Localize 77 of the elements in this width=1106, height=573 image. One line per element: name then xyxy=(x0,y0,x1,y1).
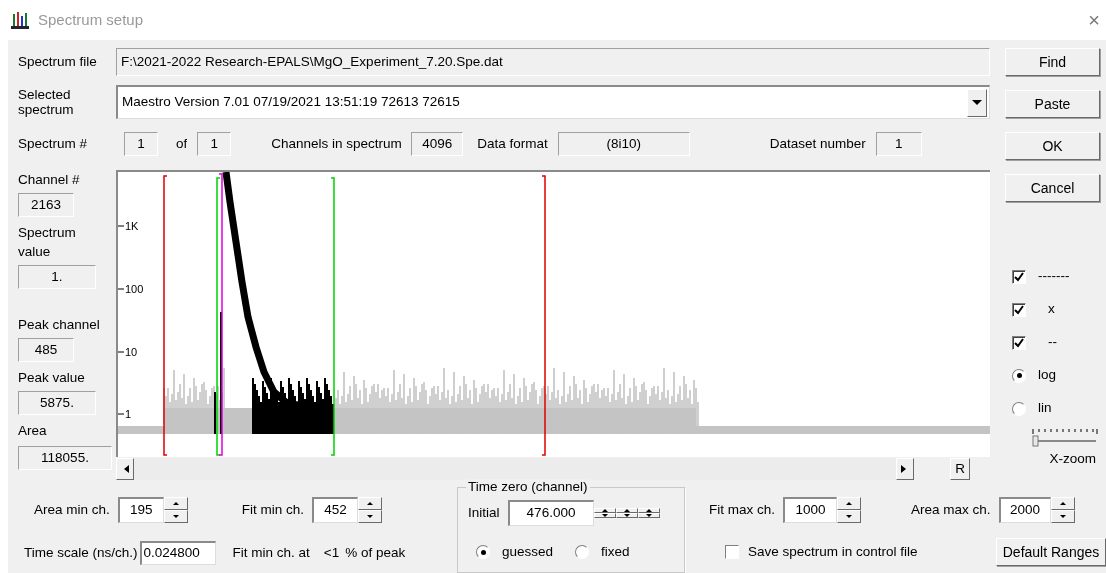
close-button[interactable]: × xyxy=(1088,10,1100,30)
field-label: Channels in spectrum xyxy=(271,134,403,153)
slider-thumb[interactable] xyxy=(1032,435,1039,447)
dialog-button[interactable]: Cancel xyxy=(1005,174,1100,202)
value-field: 4096 xyxy=(411,132,464,156)
value-field: 485 xyxy=(18,338,74,362)
field-label: Peak value xyxy=(18,369,86,387)
time-scale-field[interactable]: 0.024800 xyxy=(139,541,216,565)
checkbox[interactable] xyxy=(1012,302,1026,317)
group-title: Time zero (channel) xyxy=(466,479,590,495)
number-field[interactable]: 2000 xyxy=(998,497,1051,523)
spin-down-button[interactable] xyxy=(637,513,660,518)
value-field: 5875. xyxy=(18,391,96,415)
radio-button[interactable] xyxy=(575,545,590,560)
radio-label: guessed xyxy=(502,543,554,561)
field-label: Peak channel xyxy=(18,316,101,334)
app-logo-icon xyxy=(10,10,30,30)
dialog-button[interactable]: OK xyxy=(1005,132,1100,160)
field-label: Fit min ch. at xyxy=(232,543,310,562)
dialog-button[interactable]: Paste xyxy=(1005,90,1100,118)
radio-button[interactable] xyxy=(1012,401,1026,416)
value-field: 2163 xyxy=(18,193,74,217)
field-label: Time scale (ns/ch.) xyxy=(24,543,138,562)
reset-button[interactable]: R xyxy=(950,458,970,480)
field-label: Area min ch. xyxy=(34,500,110,519)
number-field[interactable]: 195 xyxy=(117,497,164,523)
checkbox[interactable] xyxy=(1012,335,1026,350)
value-field: 1 xyxy=(875,132,922,156)
number-field[interactable]: 452 xyxy=(312,497,359,523)
scroll-left-button[interactable] xyxy=(116,458,134,480)
threshold-value: <1 xyxy=(323,543,340,562)
field-label: Data format xyxy=(477,134,548,153)
field-label: Fit min ch. xyxy=(241,500,305,519)
field-label: Initial xyxy=(468,503,500,522)
number-field[interactable]: 476.000 xyxy=(507,500,594,526)
scroll-right-button[interactable] xyxy=(896,458,914,480)
field-label: of xyxy=(176,134,188,153)
axis-tick-label: 10 xyxy=(125,346,138,358)
value-field: 1 xyxy=(124,132,158,156)
field-label: Fit max ch. xyxy=(709,500,775,519)
field-label: Area max ch. xyxy=(911,500,991,519)
field-label: Channel # xyxy=(18,171,81,189)
number-field[interactable]: 1000 xyxy=(783,497,837,523)
field-label: Spectrum # xyxy=(18,134,89,153)
field-label: Spectrum file xyxy=(18,52,98,71)
spin-down-button[interactable] xyxy=(615,513,638,518)
axis-tick-label: 1K xyxy=(125,220,139,232)
spectrum-dropdown[interactable]: Maestro Version 7.01 07/19/2021 13:51:19 72613 72615 xyxy=(116,85,990,119)
field-label: Dataset number xyxy=(769,134,866,153)
spin-down-button[interactable] xyxy=(593,513,616,518)
value-field: 1 xyxy=(197,132,232,156)
field-label: Spectrum value xyxy=(18,224,77,261)
checkbox-label: x xyxy=(1048,300,1055,319)
field-label: Selected spectrum xyxy=(18,87,75,117)
default-ranges-button[interactable]: Default Ranges xyxy=(996,538,1106,566)
zoom-slider[interactable] xyxy=(1032,427,1098,448)
value-field: (8i10) xyxy=(557,132,690,156)
radio-button[interactable] xyxy=(476,545,490,560)
radio-label: fixed xyxy=(601,543,630,561)
slider-label: X-zoom xyxy=(1049,450,1096,469)
checkbox-label: ------- xyxy=(1038,267,1070,286)
checkbox-label: -- xyxy=(1048,333,1057,352)
field-label: Area xyxy=(18,422,48,440)
radio-label: lin xyxy=(1038,399,1052,418)
axis-tick-label: 1 xyxy=(125,408,132,420)
radio-label: log xyxy=(1038,366,1056,385)
radio-button[interactable] xyxy=(1012,368,1026,383)
axis-tick-label: 100 xyxy=(125,283,144,295)
checkbox[interactable] xyxy=(1012,269,1026,284)
value-field: 1. xyxy=(18,265,96,289)
checkbox-label: Save spectrum in control file xyxy=(748,542,918,561)
field-label: % of peak xyxy=(345,543,406,562)
window-title: Spectrum setup xyxy=(38,9,144,30)
checkbox[interactable] xyxy=(725,545,739,559)
dialog-button[interactable]: Find xyxy=(1005,48,1100,76)
file-path-field: F:\2021-2022 Research-EPALS\MgO_Experiment_7.20.Spe.dat xyxy=(116,48,990,76)
value-field: 118055. xyxy=(18,446,112,470)
